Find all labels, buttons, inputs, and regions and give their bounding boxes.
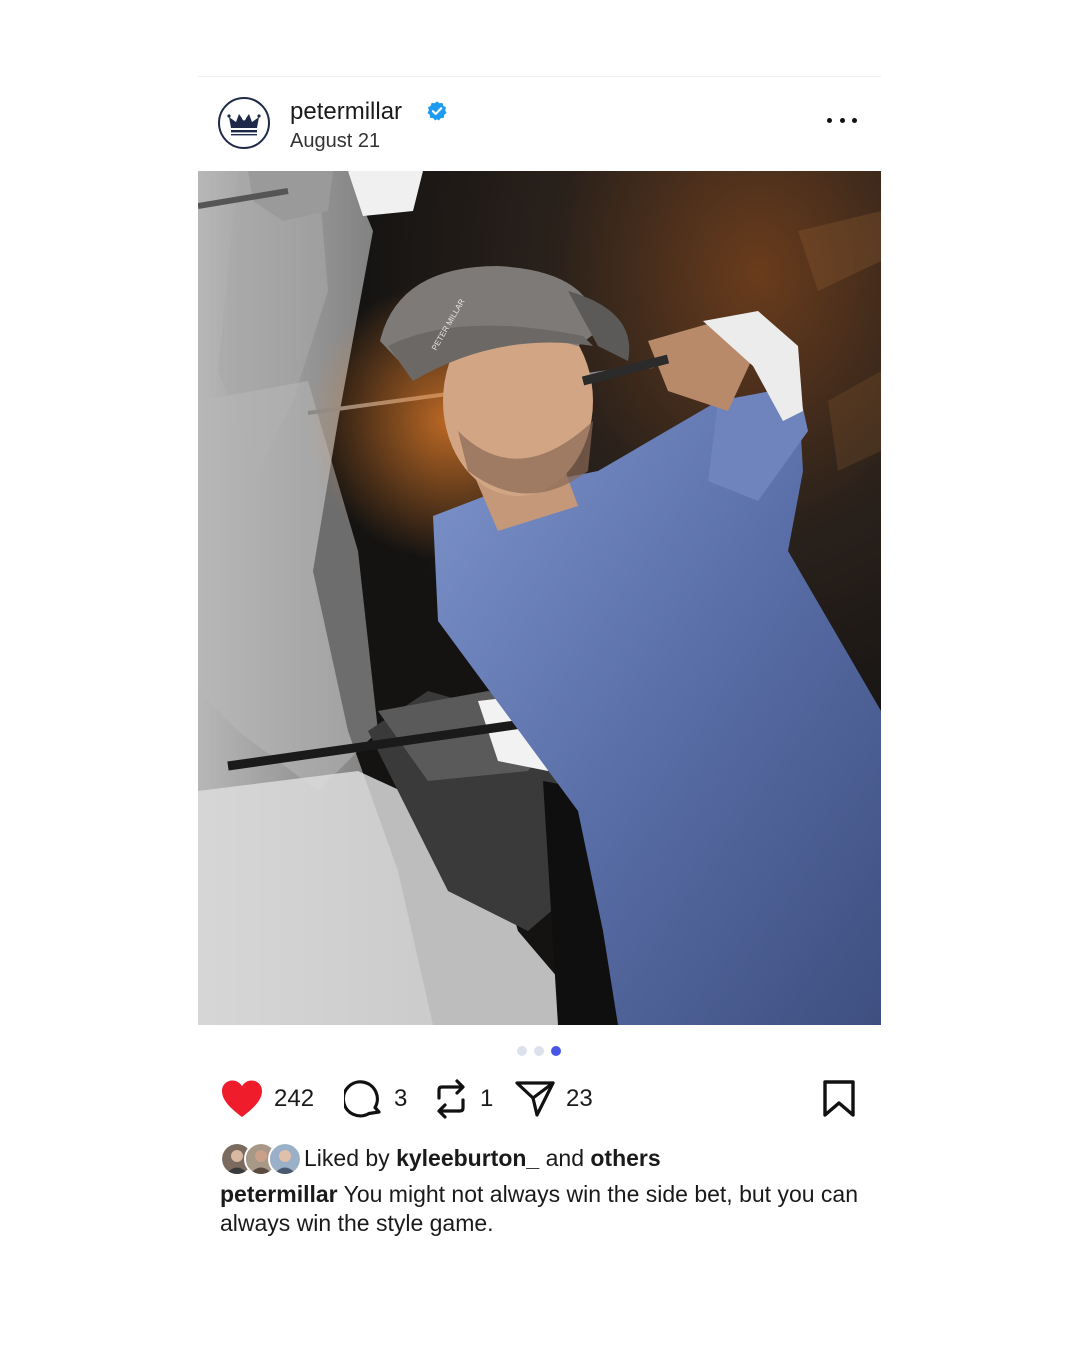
repost-icon <box>437 1079 465 1119</box>
carousel-indicator <box>517 1046 561 1056</box>
caption-username[interactable]: petermillar <box>220 1181 338 1207</box>
liked-by-middle: and <box>545 1144 584 1171</box>
liked-by-user-link[interactable]: kyleeburton_ <box>396 1145 539 1171</box>
post-date: August 21 <box>290 130 381 152</box>
save-button[interactable] <box>822 1080 856 1123</box>
liker-avatars[interactable] <box>220 1142 302 1176</box>
repost-button[interactable]: 1 <box>432 1076 493 1122</box>
liked-by-row: Liked by kyleeburton_ and others <box>220 1140 661 1176</box>
comment-button[interactable]: 3 <box>344 1076 407 1122</box>
profile-avatar[interactable] <box>218 97 270 149</box>
more-options-icon[interactable] <box>827 118 857 126</box>
action-bar: 242 3 1 23 <box>220 1076 860 1122</box>
comment-bubble-icon <box>344 1080 381 1118</box>
post-caption: petermillar You might not always win the… <box>220 1180 860 1238</box>
carousel-dot-active[interactable] <box>551 1046 561 1056</box>
like-button[interactable]: 242 <box>220 1076 314 1122</box>
liked-by-others-link[interactable]: others <box>590 1145 660 1171</box>
heart-icon <box>222 1080 262 1117</box>
verified-badge-icon <box>427 101 447 121</box>
liked-by-prefix: Liked by <box>304 1144 390 1171</box>
post-username[interactable]: petermillar <box>290 98 402 126</box>
share-count: 23 <box>566 1085 593 1112</box>
carousel-dot[interactable] <box>534 1046 544 1056</box>
post-header: petermillar August 21 <box>198 90 881 162</box>
comment-count: 3 <box>394 1085 408 1112</box>
bookmark-icon <box>823 1080 855 1117</box>
top-divider <box>198 76 881 77</box>
share-button[interactable]: 23 <box>514 1076 593 1122</box>
liker-avatar <box>268 1142 302 1176</box>
paper-plane-icon <box>515 1081 555 1117</box>
repost-count: 1 <box>480 1085 494 1112</box>
liked-by-text: Liked by kyleeburton_ and others <box>304 1145 661 1172</box>
carousel-dot[interactable] <box>517 1046 527 1056</box>
crown-logo-icon <box>227 114 261 136</box>
post-image[interactable]: PETER MILLAR <box>198 171 881 1025</box>
like-count: 242 <box>274 1085 315 1112</box>
